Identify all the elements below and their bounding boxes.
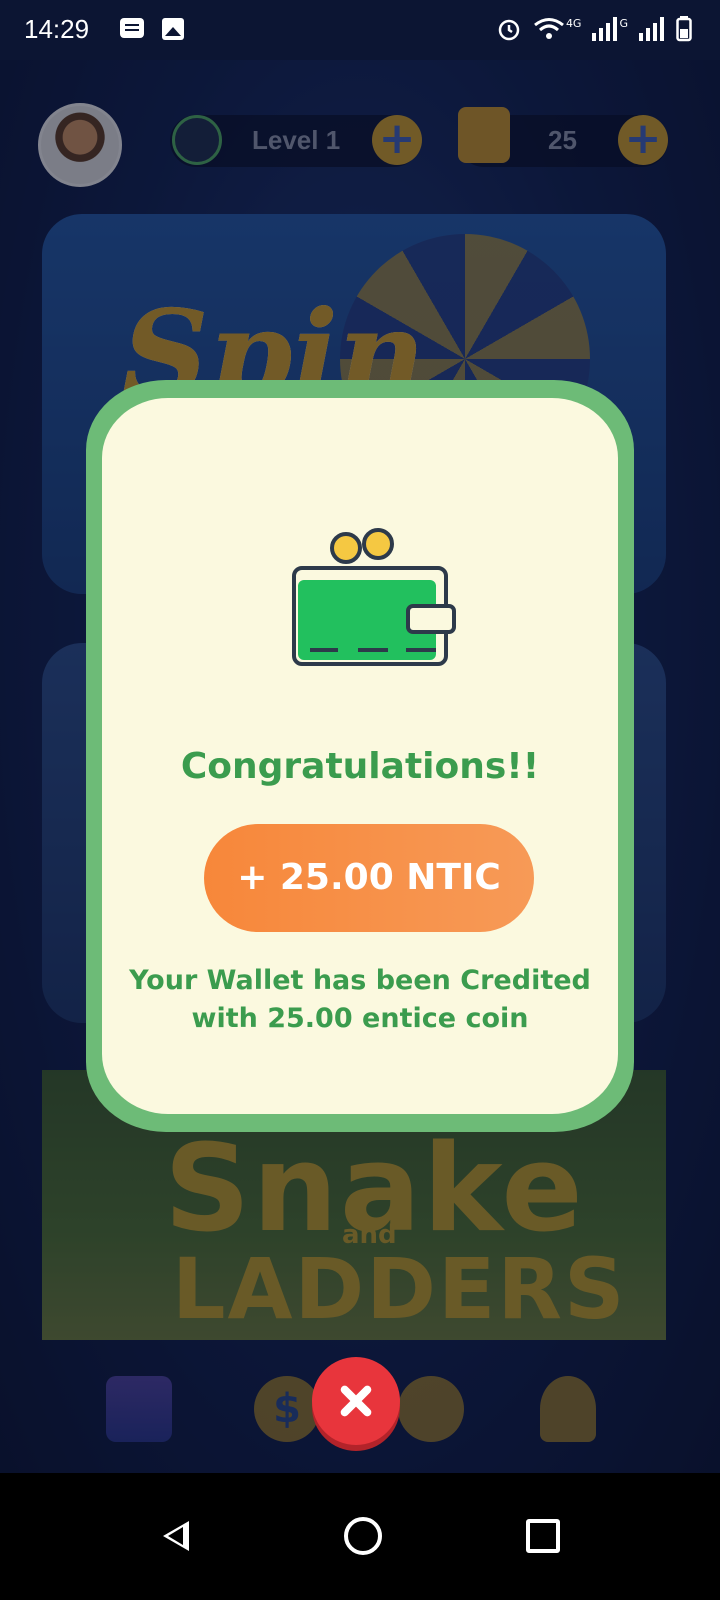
alarm-icon [498, 19, 520, 41]
status-bar: 14:29 4G G [0, 0, 720, 60]
modal-title: Congratulations!! [180, 746, 540, 787]
network-type-g: G [619, 16, 628, 30]
close-button[interactable] [312, 1357, 400, 1445]
wallet-icon [292, 528, 456, 666]
reward-modal: Congratulations!! + 25.00 NTIC Your Wall… [86, 380, 634, 1132]
message-icon [120, 18, 144, 38]
battery-icon [676, 16, 692, 42]
status-time: 14:29 [24, 14, 90, 44]
wifi-icon [534, 18, 564, 39]
system-navigation-bar [0, 1473, 720, 1600]
signal-icon [639, 17, 664, 41]
network-type-4g: 4G [565, 16, 582, 30]
back-icon[interactable] [163, 1521, 189, 1551]
credited-amount: + 25.00 NTIC [204, 824, 534, 932]
recent-apps-icon[interactable] [526, 1519, 560, 1553]
image-icon [162, 18, 184, 40]
home-icon[interactable] [344, 1517, 382, 1555]
signal-icon [592, 17, 618, 41]
reward-modal-content: Congratulations!! + 25.00 NTIC Your Wall… [102, 398, 618, 1114]
credit-message: Your Wallet has been Credited with 25.00… [129, 965, 591, 1034]
